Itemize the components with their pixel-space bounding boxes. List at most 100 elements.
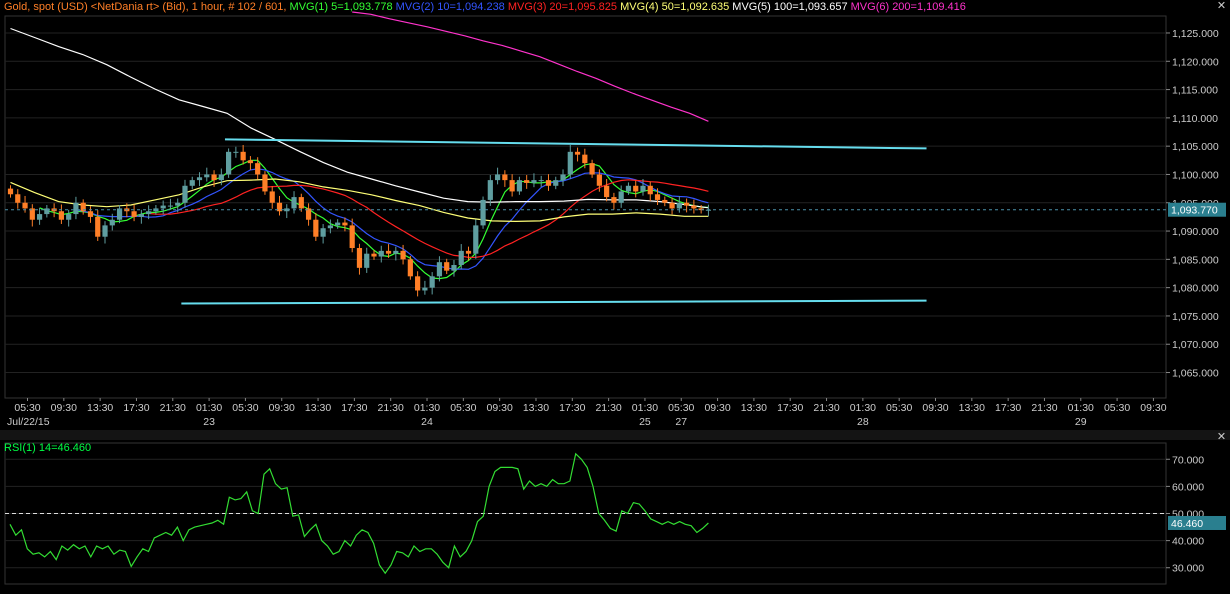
- candle-body: [182, 185, 188, 203]
- candle[interactable]: [51, 203, 57, 218]
- candle[interactable]: [247, 156, 254, 170]
- candle[interactable]: [102, 221, 108, 244]
- candle[interactable]: [29, 204, 35, 227]
- trendlines[interactable]: [5, 138, 1166, 305]
- candle[interactable]: [320, 223, 326, 244]
- candle[interactable]: [538, 175, 544, 187]
- candle[interactable]: [313, 212, 319, 241]
- candle[interactable]: [444, 258, 450, 275]
- time-tick-label: 01:30: [1068, 402, 1094, 414]
- close-rsi-pane-icon[interactable]: ✕: [1216, 432, 1227, 443]
- candle[interactable]: [560, 169, 566, 187]
- candle[interactable]: [276, 195, 283, 216]
- candle[interactable]: [262, 171, 268, 195]
- candle[interactable]: [647, 181, 653, 202]
- candle[interactable]: [269, 186, 275, 209]
- chart-header: Gold, spot (USD) <NetDania rt> (Bid), 1 …: [4, 1, 966, 13]
- candle[interactable]: [116, 205, 123, 224]
- candle[interactable]: [44, 205, 50, 218]
- price-tick-label: 1,105.000: [1172, 141, 1219, 153]
- candle[interactable]: [545, 174, 552, 191]
- candle[interactable]: [298, 193, 304, 212]
- candle[interactable]: [691, 199, 697, 214]
- candle[interactable]: [73, 196, 79, 220]
- candle[interactable]: [284, 204, 290, 219]
- ma-legend-item: MVG(1) 5=1,093.778: [289, 1, 393, 13]
- time-tick-label: 21:30: [595, 402, 621, 414]
- candle-body: [676, 202, 682, 209]
- trendline[interactable]: [224, 138, 927, 150]
- candle-body: [640, 185, 646, 192]
- candle[interactable]: [669, 197, 675, 215]
- candle[interactable]: [502, 170, 508, 187]
- candle[interactable]: [233, 146, 239, 158]
- candle-body: [647, 185, 653, 195]
- candle[interactable]: [509, 174, 515, 197]
- candle-body: [196, 177, 203, 181]
- candles[interactable]: [7, 145, 712, 297]
- candle-body: [378, 250, 384, 257]
- candle[interactable]: [705, 204, 712, 217]
- price-tick-label: 1,080.000: [1172, 283, 1219, 295]
- candle[interactable]: [436, 256, 443, 282]
- candle[interactable]: [567, 145, 573, 179]
- candle[interactable]: [662, 196, 668, 207]
- candle[interactable]: [189, 176, 195, 190]
- candle[interactable]: [494, 167, 501, 185]
- candle[interactable]: [204, 167, 210, 182]
- candle[interactable]: [574, 147, 581, 162]
- candle[interactable]: [684, 198, 690, 213]
- pane-separator[interactable]: [0, 430, 1230, 440]
- candle[interactable]: [87, 206, 94, 223]
- candle[interactable]: [604, 178, 610, 202]
- candle[interactable]: [487, 175, 493, 206]
- candle[interactable]: [407, 255, 413, 280]
- candle[interactable]: [175, 198, 181, 213]
- candle[interactable]: [305, 203, 312, 226]
- candle-body: [691, 205, 697, 209]
- time-tick-label: 17:30: [123, 402, 149, 414]
- candle[interactable]: [473, 219, 479, 259]
- candle[interactable]: [131, 204, 137, 222]
- candle[interactable]: [356, 243, 363, 275]
- candle[interactable]: [422, 280, 428, 295]
- candle-body: [451, 265, 457, 271]
- candle[interactable]: [524, 175, 530, 189]
- candle[interactable]: [240, 145, 246, 165]
- candle[interactable]: [58, 204, 64, 224]
- candle[interactable]: [378, 245, 384, 263]
- candle-body: [109, 219, 115, 226]
- candle[interactable]: [226, 148, 232, 178]
- close-price-pane-icon[interactable]: ✕: [1216, 1, 1227, 12]
- candle-body: [364, 253, 370, 268]
- candle[interactable]: [393, 246, 399, 261]
- candle[interactable]: [531, 173, 537, 188]
- candle-body: [480, 199, 486, 226]
- candle-body: [233, 151, 239, 153]
- candle[interactable]: [15, 189, 21, 209]
- time-tick-label: 01:30: [196, 402, 222, 414]
- candle-body: [393, 250, 399, 254]
- candle[interactable]: [364, 247, 370, 273]
- candle[interactable]: [480, 196, 486, 229]
- candle-body: [189, 180, 195, 186]
- candle[interactable]: [138, 209, 144, 224]
- candle[interactable]: [633, 180, 639, 198]
- candle-body: [167, 205, 174, 207]
- candle[interactable]: [553, 176, 559, 190]
- candle[interactable]: [415, 271, 421, 297]
- price-frame: [4, 15, 1167, 399]
- candle[interactable]: [182, 179, 188, 208]
- trendline[interactable]: [181, 299, 927, 305]
- candle[interactable]: [589, 159, 595, 178]
- candle[interactable]: [36, 208, 43, 225]
- candle[interactable]: [611, 192, 617, 210]
- candle[interactable]: [429, 272, 435, 295]
- candle[interactable]: [458, 244, 464, 270]
- time-tick-label: 09:30: [269, 402, 295, 414]
- time-tick-label: 17:30: [777, 402, 803, 414]
- candle[interactable]: [516, 176, 522, 195]
- candle-body: [58, 211, 64, 220]
- candle[interactable]: [7, 185, 14, 198]
- instrument-title: Gold, spot (USD) <NetDania rt> (Bid), 1 …: [4, 1, 287, 13]
